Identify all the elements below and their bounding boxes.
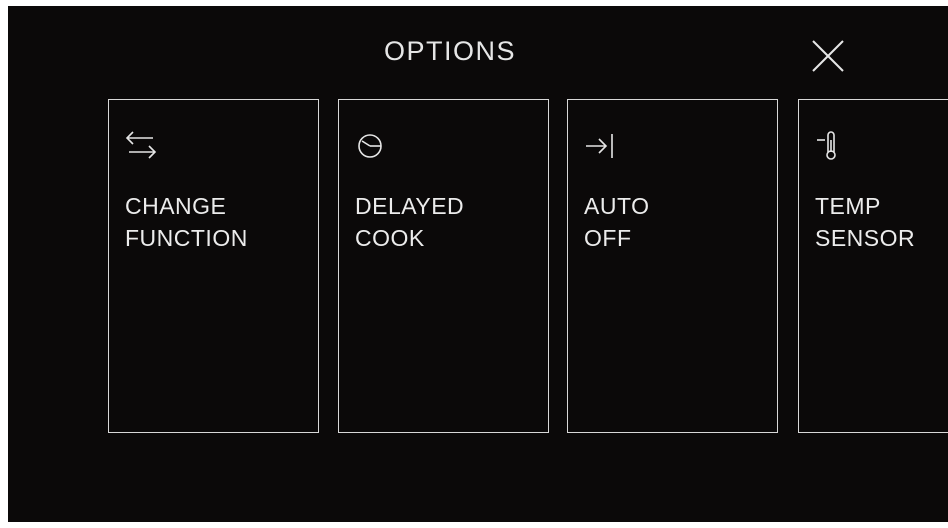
swap-arrows-icon: [123, 128, 159, 164]
option-label: DELAYED COOK: [355, 193, 465, 251]
option-label: CHANGE FUNCTION: [125, 193, 248, 251]
options-screen: OPTIONS CHANGE FUNCTION DELAYED COOK AUT…: [8, 6, 948, 522]
page-title: OPTIONS: [383, 36, 516, 66]
arrow-to-bar-icon: [582, 128, 618, 164]
close-icon: [812, 40, 844, 72]
clock-icon: [353, 128, 389, 164]
close-button[interactable]: [808, 36, 848, 76]
thermometer-icon: [813, 128, 849, 164]
option-change-function[interactable]: CHANGE FUNCTION: [108, 99, 319, 433]
option-delayed-cook[interactable]: DELAYED COOK: [338, 99, 549, 433]
option-auto-off[interactable]: AUTO OFF: [567, 99, 778, 433]
option-label: TEMP SENSOR: [815, 193, 916, 251]
options-list: CHANGE FUNCTION DELAYED COOK AUTO OFF TE…: [108, 99, 948, 436]
option-label: AUTO OFF: [584, 193, 650, 251]
option-temp-sensor[interactable]: TEMP SENSOR: [798, 99, 948, 433]
